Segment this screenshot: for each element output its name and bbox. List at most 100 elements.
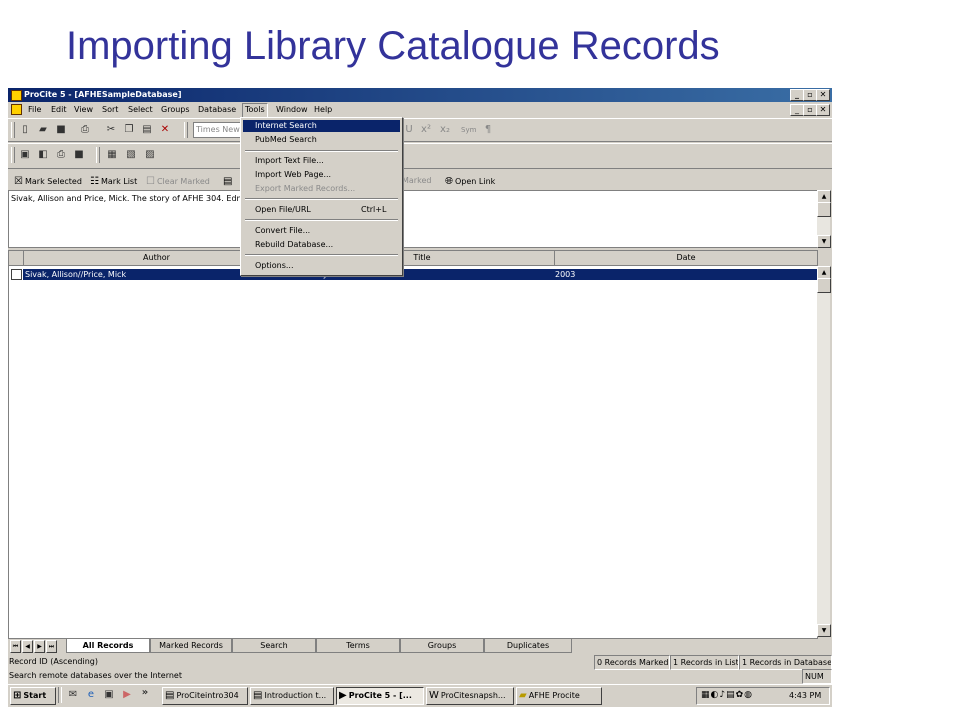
tray-icons[interactable]: ▦◐♪▤✿◍ — [701, 690, 753, 700]
scroll-down-icon[interactable]: ▼ — [817, 624, 831, 637]
font-name-combo[interactable]: Times New — [193, 122, 243, 138]
new-icon[interactable]: ▯ — [18, 123, 32, 137]
scroll-down-icon[interactable]: ▼ — [817, 235, 831, 248]
ie-icon[interactable]: e — [84, 688, 98, 702]
window-close-button[interactable]: ✕ — [816, 89, 830, 101]
menu-item-import-text-file[interactable]: Import Text File... — [243, 155, 400, 167]
window-restore-button[interactable]: ▫ — [803, 89, 817, 101]
first-tab-icon[interactable]: ⏮ — [10, 640, 21, 653]
menu-item-internet-search[interactable]: Internet Search — [243, 120, 400, 132]
scroll-thumb[interactable] — [817, 202, 831, 217]
records-in-database-status: 1 Records in Database — [739, 655, 832, 670]
record-mark-checkbox[interactable] — [11, 269, 22, 280]
mark-selected-button[interactable]: ☒ Mark Selected — [14, 176, 82, 187]
symbol-icon[interactable]: Sym — [461, 123, 476, 137]
tab-marked-records[interactable]: Marked Records — [150, 639, 232, 653]
delete-icon[interactable]: ✕ — [158, 123, 172, 137]
clock[interactable]: 4:43 PM — [789, 691, 821, 700]
tab-search[interactable]: Search — [232, 639, 316, 653]
media-icon[interactable]: ▶ — [120, 688, 134, 702]
scroll-thumb[interactable] — [817, 278, 831, 293]
menu-database[interactable]: Database — [198, 105, 236, 114]
menu-item-open-file-url[interactable]: Open File/URL Ctrl+L — [243, 204, 400, 216]
taskbar-button[interactable]: ▤ Introduction t... — [250, 687, 334, 705]
marked-label[interactable]: Marked — [402, 176, 431, 185]
paste-citation-icon[interactable]: ▨ — [143, 148, 157, 162]
status-row-2: Search remote databases over the Interne… — [8, 669, 832, 684]
doc-close-button[interactable]: ✕ — [816, 104, 830, 116]
menu-edit[interactable]: Edit — [51, 105, 67, 114]
list-scrollbar[interactable]: ▲ ▼ — [817, 266, 831, 637]
copy-icon[interactable]: ❐ — [122, 123, 136, 137]
open-folder-icon[interactable]: ▰ — [36, 123, 50, 137]
preview-icon[interactable]: ◧ — [36, 148, 50, 162]
toolbar-grip — [11, 147, 15, 163]
menu-item-convert-file[interactable]: Convert File... — [243, 225, 400, 237]
last-tab-icon[interactable]: ⏭ — [46, 640, 57, 653]
menu-view[interactable]: View — [74, 105, 93, 114]
quicklaunch-more-icon[interactable]: » — [138, 686, 152, 700]
globe-icon: 🌐︎ — [445, 176, 453, 187]
status-hint: Search remote databases over the Interne… — [9, 671, 182, 680]
column-date[interactable]: Date — [555, 251, 817, 266]
open-link-button[interactable]: 🌐︎ Open Link — [445, 176, 495, 187]
slide-title: Importing Library Catalogue Records — [66, 24, 720, 68]
cut-icon[interactable]: ✂ — [104, 123, 118, 137]
preview-scrollbar[interactable]: ▲ ▼ — [817, 190, 831, 248]
tab-groups[interactable]: Groups — [400, 639, 484, 653]
menu-item-pubmed-search[interactable]: PubMed Search — [243, 134, 400, 146]
window-minimize-button[interactable]: _ — [790, 89, 804, 101]
menu-select[interactable]: Select — [128, 105, 153, 114]
menu-groups[interactable]: Groups — [161, 105, 190, 114]
save-icon[interactable]: ■ — [54, 123, 68, 137]
record-tool-icon[interactable]: ▤ — [223, 176, 234, 187]
mark-list-button[interactable]: ☷ Mark List — [90, 176, 137, 187]
menu-item-label: Rebuild Database... — [255, 240, 334, 249]
outlook-icon[interactable]: ✉ — [66, 688, 80, 702]
taskbar-button[interactable]: ▤ ProCiteintro304 — [162, 687, 248, 705]
taskbar-button[interactable]: ▰ AFHE Procite — [516, 687, 602, 705]
taskbar-divider — [58, 687, 62, 703]
start-button[interactable]: ⊞ Start — [10, 687, 56, 705]
menu-window[interactable]: Window — [276, 105, 308, 114]
clear-marked-label: Clear Marked — [156, 177, 210, 186]
prev-tab-icon[interactable]: ◀ — [22, 640, 33, 653]
bibliography-icon[interactable]: ▦ — [105, 148, 119, 162]
print-record-icon[interactable]: ⎙ — [54, 148, 68, 162]
menu-file[interactable]: File — [28, 105, 41, 114]
subscript-icon[interactable]: x₂ — [438, 123, 452, 137]
menu-item-label: Internet Search — [255, 121, 317, 130]
menu-item-rebuild-database[interactable]: Rebuild Database... — [243, 239, 400, 251]
doc-minimize-button[interactable]: _ — [790, 104, 804, 116]
paste-icon[interactable]: ▤ — [140, 123, 154, 137]
doc-restore-button[interactable]: ▫ — [803, 104, 817, 116]
marker-column-header — [9, 251, 24, 266]
view-tabs: ⏮ ◀ ▶ ⏭ All Records Marked Records Searc… — [8, 639, 832, 653]
print-icon[interactable]: ⎙ — [78, 123, 92, 137]
superscript-icon[interactable]: x² — [419, 123, 433, 137]
tab-terms[interactable]: Terms — [316, 639, 400, 653]
menu-sort[interactable]: Sort — [102, 105, 118, 114]
desktop-icon[interactable]: ▣ — [102, 688, 116, 702]
table-row[interactable]: Sivak, Allison//Price, Mick The story of… — [23, 269, 817, 280]
menu-separator — [245, 198, 398, 200]
copy-citation-icon[interactable]: ▧ — [124, 148, 138, 162]
clear-marked-button[interactable]: ☐ Clear Marked — [146, 176, 210, 187]
taskbar-button[interactable]: W ProCitesnapsh... — [426, 687, 514, 705]
tab-all-records[interactable]: All Records — [66, 639, 150, 653]
taskbar-button-active[interactable]: ▶ ProCite 5 - [... — [336, 687, 424, 705]
document-icon[interactable] — [11, 104, 22, 115]
citation-preview-text: Sivak, Allison and Price, Mick. The stor… — [11, 194, 250, 203]
menu-item-import-web-page[interactable]: Import Web Page... — [243, 169, 400, 181]
menu-item-shortcut: Ctrl+L — [361, 205, 387, 214]
citation-preview-pane[interactable]: Sivak, Allison and Price, Mick. The stor… — [8, 190, 818, 248]
new-record-icon[interactable]: ▣ — [18, 148, 32, 162]
menu-item-options[interactable]: Options... — [243, 260, 400, 272]
next-tab-icon[interactable]: ▶ — [34, 640, 45, 653]
save-record-icon[interactable]: ■ — [72, 148, 86, 162]
underline-icon[interactable]: U — [402, 123, 416, 137]
menu-help[interactable]: Help — [314, 105, 332, 114]
paragraph-icon[interactable]: ¶ — [481, 123, 495, 137]
tab-duplicates[interactable]: Duplicates — [484, 639, 572, 653]
menu-separator — [245, 219, 398, 221]
